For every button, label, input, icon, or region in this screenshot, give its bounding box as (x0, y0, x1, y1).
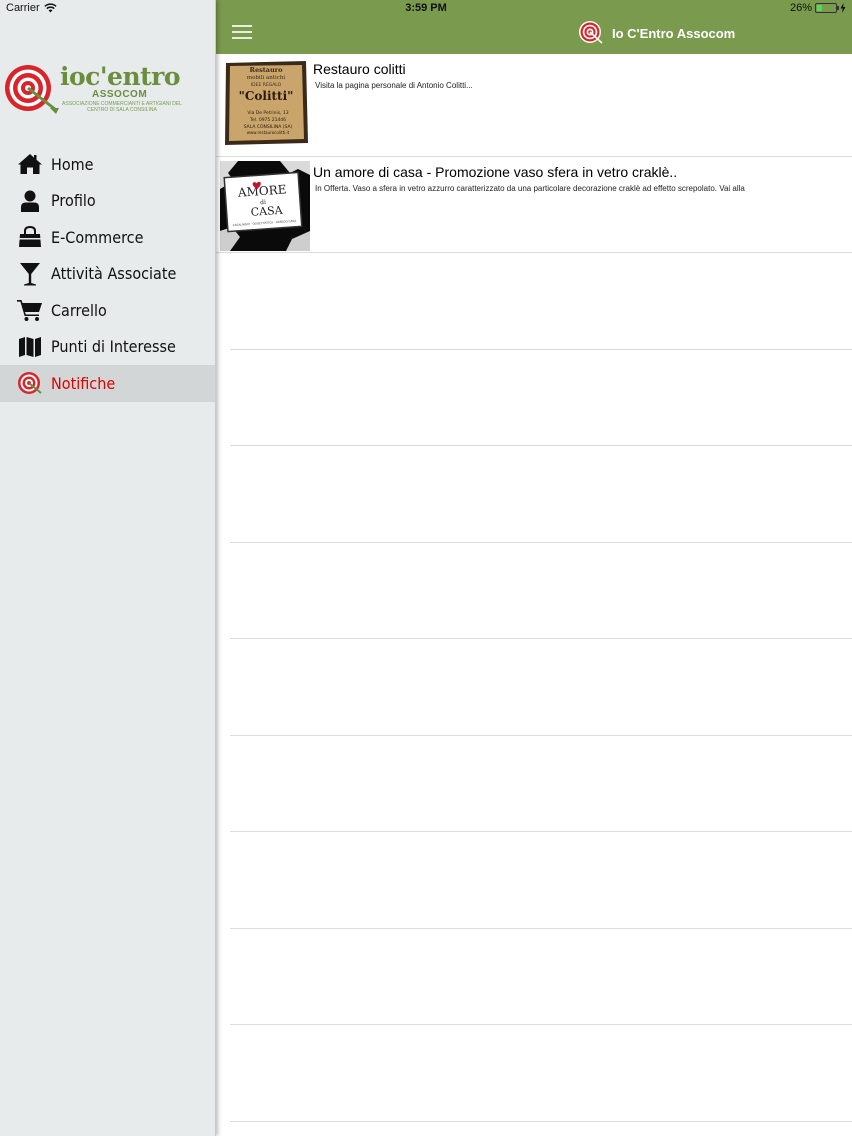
sidebar-item-label: Carrello (51, 300, 107, 320)
empty-list-row (230, 832, 852, 929)
notification-subtitle: In Offerta. Vaso a sfera in vetro azzurr… (315, 184, 745, 193)
empty-list-row (230, 350, 852, 446)
target-icon (16, 370, 44, 396)
target-logo-icon (5, 65, 59, 114)
empty-list-row (230, 929, 852, 1025)
notification-title: Un amore di casa - Promozione vaso sfera… (313, 164, 678, 180)
sidebar-item-label: Attività Associate (51, 264, 177, 284)
notification-row[interactable]: Restauro mobili antichi IDEE REGALO "Col… (216, 54, 852, 157)
empty-list-row (230, 543, 852, 639)
sidebar-item-profilo[interactable]: Profilo (0, 183, 215, 220)
home-icon (16, 151, 44, 177)
thumb-text: mobili antichi (247, 75, 285, 81)
thumb-text: CASA (250, 204, 284, 219)
nav-title-group: Io C'Entro Assocom (578, 20, 735, 46)
cart-icon (16, 297, 44, 323)
thumb-text: "Colitti" (239, 89, 294, 103)
empty-list-row (230, 446, 852, 543)
status-time: 3:59 PM (405, 2, 447, 14)
empty-list-row (230, 639, 852, 736)
thumb-text: IDEE REGALO (251, 82, 282, 88)
thumb-text: Tel. 0975 21446 (249, 117, 286, 123)
sidebar-item-label: E-Commerce (51, 227, 144, 247)
sidebar-item-carrello[interactable]: Carrello (0, 292, 215, 329)
notifications-list: Restauro mobili antichi IDEE REGALO "Col… (216, 54, 852, 1122)
sidebar-item-label: Home (51, 154, 94, 174)
thumb-text: Via De Petrinis, 13 (247, 110, 288, 116)
empty-list-row (230, 736, 852, 832)
sidebar-item-notifiche[interactable]: Notifiche (0, 365, 215, 402)
thumb-text: www.restaurocolitti.it (247, 130, 290, 135)
notification-title: Restauro colitti (313, 61, 406, 77)
logo-tagline: ASSOCIAZIONE COMMERCIANTI E ARTIGIANI DE… (62, 101, 182, 113)
charging-bolt-icon (840, 3, 846, 13)
hamburger-menu-icon[interactable] (232, 25, 252, 39)
main-content: Io C'Entro Assocom Restauro mobili antic… (216, 0, 852, 1136)
battery-icon (815, 3, 839, 13)
sidebar-item-label: Punti di Interesse (51, 337, 176, 357)
user-icon (16, 188, 44, 214)
logo-brand: ioc'entro (60, 62, 181, 91)
sidebar-item-label: Notifiche (51, 373, 116, 393)
sidebar-item-ecommerce[interactable]: E-Commerce (0, 219, 215, 256)
sidebar-menu-list: Home Profilo E-Commerce Attività Associa… (0, 146, 215, 402)
empty-list-row (230, 1025, 852, 1122)
sidebar-item-attivita[interactable]: Attività Associate (0, 256, 215, 293)
sidebar-item-home[interactable]: Home (0, 146, 215, 183)
notification-row[interactable]: AMORE di CASA CASALINGHI · OGGETTISTICA … (216, 157, 852, 253)
status-bar: Carrier 3:59 PM 26% (0, 0, 852, 18)
notification-thumbnail: AMORE di CASA CASALINGHI · OGGETTISTICA … (220, 161, 310, 251)
status-right: 26% (790, 2, 846, 14)
page-title: Io C'Entro Assocom (612, 25, 736, 41)
notification-thumbnail: Restauro mobili antichi IDEE REGALO "Col… (222, 59, 310, 147)
battery-fill (817, 5, 822, 11)
cocktail-icon (16, 261, 44, 287)
map-icon (16, 334, 44, 360)
sidebar-menu: ioc'entro ASSOCOM ASSOCIAZIONE COMMERCIA… (0, 0, 216, 1136)
notification-subtitle: Visita la pagina personale di Antonio Co… (315, 81, 473, 90)
empty-list-row (230, 253, 852, 350)
sidebar-item-punti-interesse[interactable]: Punti di Interesse (0, 329, 215, 366)
target-logo-icon (579, 21, 603, 44)
app-logo: ioc'entro ASSOCOM ASSOCIAZIONE COMMERCIA… (4, 60, 184, 120)
shopping-bag-icon (16, 224, 44, 250)
sidebar-item-label: Profilo (51, 191, 96, 211)
thumb-text: Restauro (250, 66, 284, 74)
logo-sub: ASSOCOM (92, 89, 148, 100)
battery-percent: 26% (789, 2, 812, 14)
